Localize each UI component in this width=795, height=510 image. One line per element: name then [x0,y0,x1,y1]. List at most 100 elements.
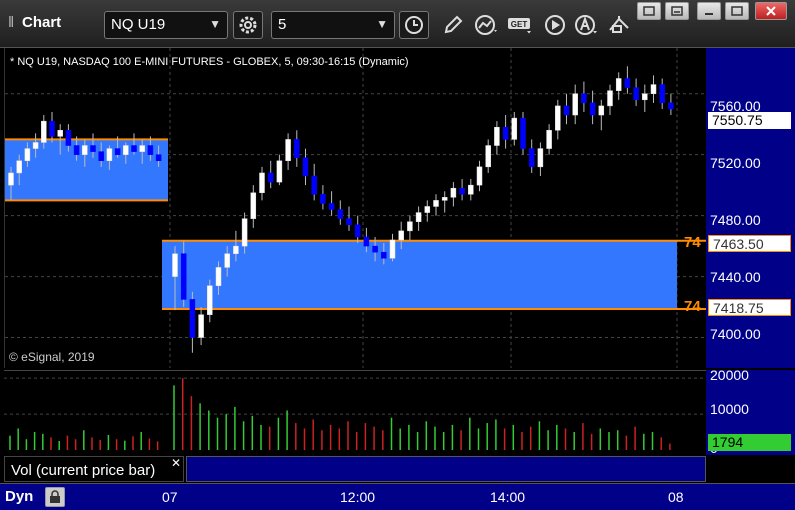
alert-icon [575,15,597,35]
current-volume-label: 1794 [708,434,791,451]
time-axis[interactable]: Dyn 07 12:00 14:00 08 [0,483,795,510]
candle-body [624,78,631,88]
candle-body [381,251,387,259]
candle-body [450,187,457,198]
candle-body [155,154,162,162]
link-button[interactable] [604,11,634,39]
candle-body [98,151,104,162]
candle-body [276,160,283,183]
level-high-price-label: 7463.50 [708,235,791,252]
lock-button[interactable] [45,487,65,507]
price-chart-svg[interactable] [5,48,706,368]
candle-body [546,130,552,149]
volume-tick: 20000 [710,367,749,383]
candle-body [114,148,121,155]
minimize-icon [705,13,713,15]
candle-body [615,78,622,91]
volume-axis[interactable]: 20000 10000 0 1794 [706,367,795,456]
candle-body [106,148,113,162]
time-tick: 12:00 [340,489,376,505]
chart-header: * NQ U19, NASDAQ 100 E-MINI FUTURES - GL… [10,56,409,68]
get-button[interactable]: GET [506,11,536,39]
candle-body [346,218,352,226]
volume-tick: 10000 [710,401,749,417]
lock-icon [50,490,60,503]
candle-body [424,206,431,213]
time-button[interactable] [399,11,429,39]
candle-body [147,145,154,155]
volume-legend[interactable]: Vol (current price bar) [4,456,184,482]
candle-body [407,221,413,232]
candle-body [398,230,404,241]
candle-body [581,93,587,104]
pencil-icon [444,15,463,34]
candle-body [328,203,335,210]
settings-gear-icon [239,16,257,34]
candle-body [668,102,674,110]
price-tick: 7440.00 [710,269,761,285]
candle-body [139,145,145,152]
maximize-button[interactable] [725,2,749,20]
candle-body [215,267,222,286]
candle-body [363,236,370,247]
price-tick: 7400.00 [710,326,761,342]
chart-window: ‖ Chart NQ U19 ▼ 5 ▼ GET * NQ U19, NASDA… [0,0,795,510]
volume-panel[interactable] [4,370,706,455]
candle-body [476,166,483,186]
candle-body [24,148,31,162]
price-tick: 7480.00 [710,212,761,228]
candle-body [32,142,39,149]
minimize-window-button[interactable] [697,2,721,20]
candle-body [311,175,317,195]
candle-body [285,139,291,162]
candle-body [389,239,396,259]
restore-button[interactable] [637,2,661,20]
candle-body [320,194,326,204]
price-tick: 7520.00 [710,155,761,171]
studies-button[interactable] [472,11,502,39]
candle-body [520,117,526,149]
candle-body [41,120,47,143]
symbol-value: NQ U19 [111,16,166,33]
dynamic-mode-label[interactable]: Dyn [5,488,33,505]
candle-body [73,145,80,155]
candle-body [642,93,648,101]
volume-chart-svg[interactable] [4,371,706,455]
close-icon[interactable]: ✕ [171,456,181,470]
candle-body [633,87,639,101]
play-button[interactable] [540,11,570,39]
candle-body [598,105,605,116]
get-label: GET [511,20,528,29]
close-button[interactable] [755,2,787,20]
candle-body [16,160,22,174]
maximize-icon [731,6,743,16]
candle-body [189,299,196,338]
time-tick: 08 [668,489,684,505]
candle-body [172,253,178,277]
chevron-down-icon: ▼ [376,17,388,31]
candle-body [589,102,596,116]
candle-body [82,145,88,155]
play-icon [545,15,565,35]
interval-select[interactable]: 5 ▼ [271,11,395,39]
candle-body [607,90,613,107]
candle-body [337,209,344,219]
candle-body [207,285,213,315]
draw-button[interactable] [438,11,468,39]
copyright-label: © eSignal, 2019 [9,350,95,364]
settings-button[interactable] [233,11,263,39]
alert-button[interactable] [572,11,602,39]
price-chart-panel[interactable]: * NQ U19, NASDAQ 100 E-MINI FUTURES - GL… [4,48,706,368]
candle-body [415,212,422,222]
candle-body [131,145,137,152]
price-axis[interactable]: 7560.00 7520.00 7480.00 7440.00 7400.00 … [706,48,795,368]
time-tick: 14:00 [490,489,526,505]
minimize-icon [671,6,683,16]
minimize-button[interactable] [665,2,689,20]
symbol-select[interactable]: NQ U19 ▼ [104,11,228,39]
grip-icon[interactable]: ‖ [8,14,22,31]
candle-body [441,197,448,201]
candle-body [528,148,535,168]
candle-body [65,130,72,146]
line-chart-icon [475,15,497,35]
